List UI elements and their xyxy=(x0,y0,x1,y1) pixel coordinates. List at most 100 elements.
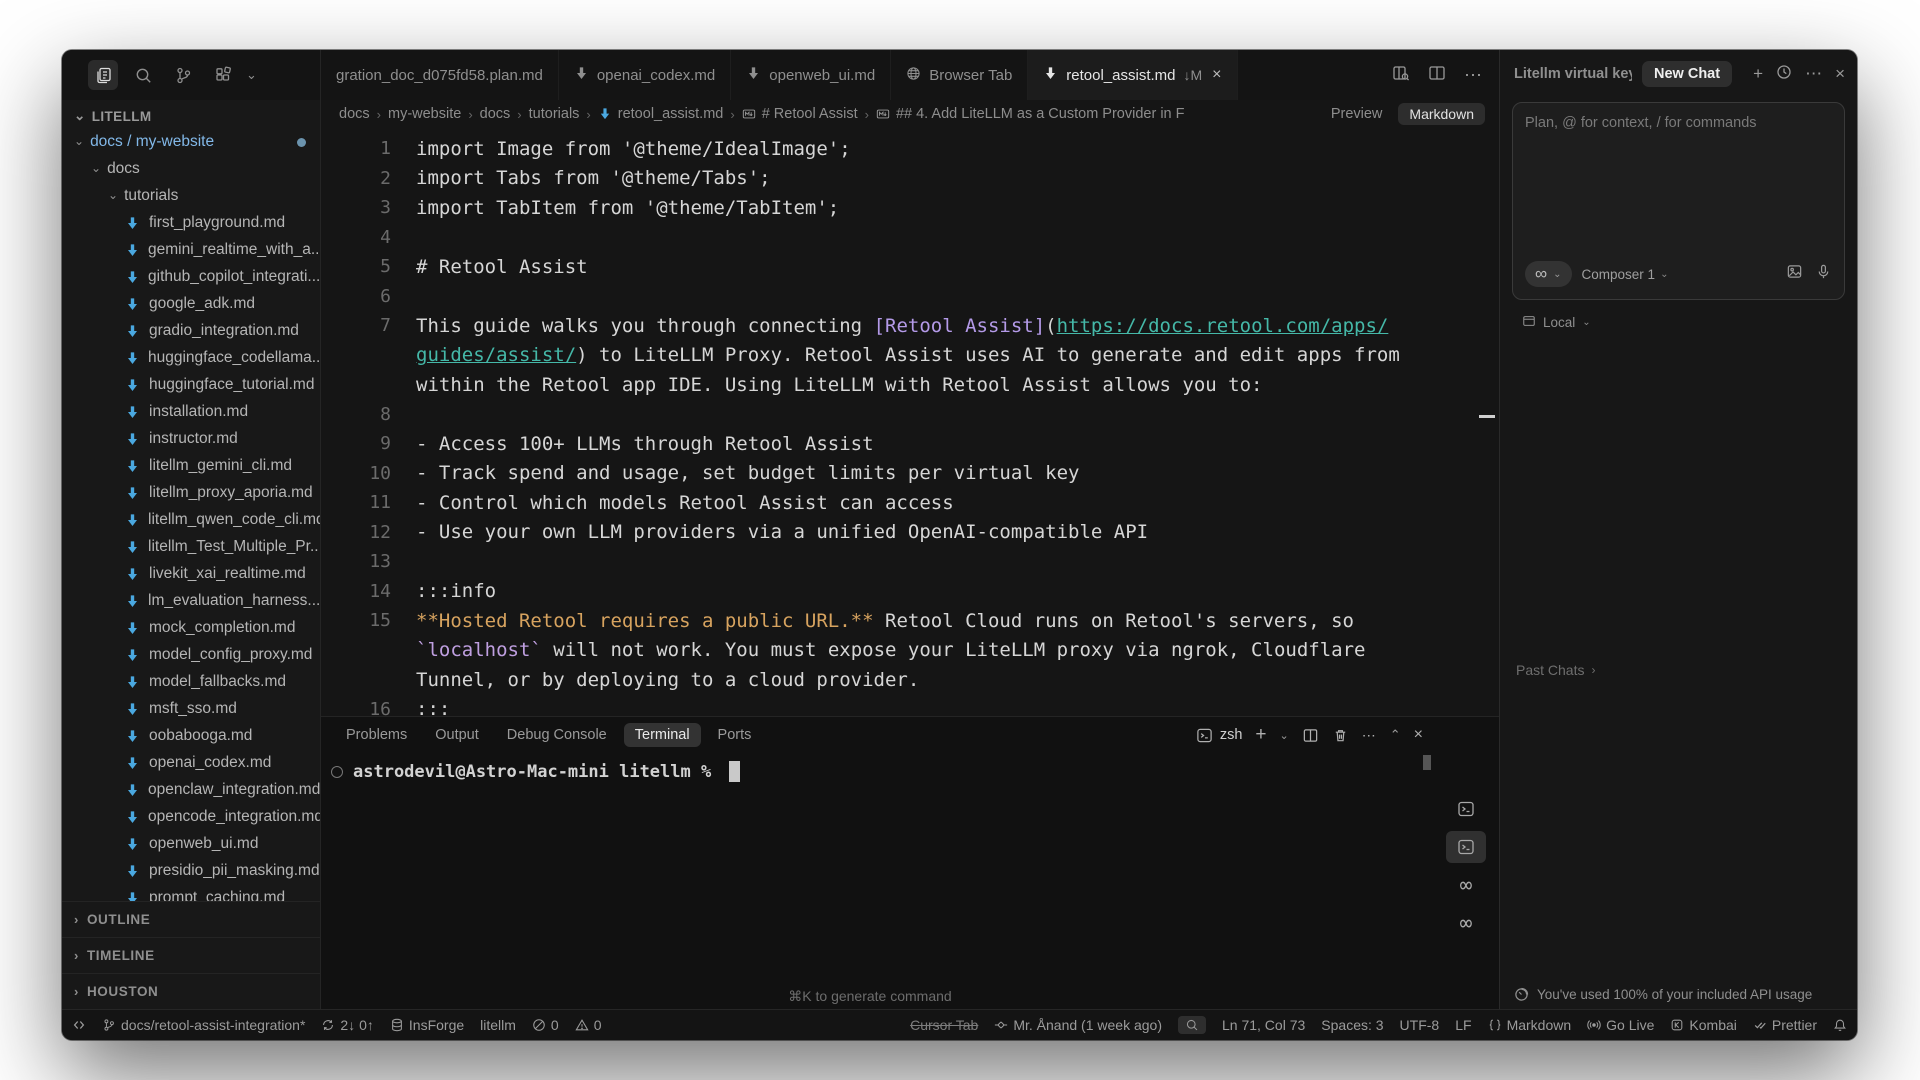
tree-item[interactable]: prompt_caching.md xyxy=(62,885,320,901)
terminal-scrollbar[interactable] xyxy=(1423,755,1431,770)
tree-item[interactable]: google_adk.md xyxy=(62,291,320,318)
tree-item[interactable]: model_config_proxy.md xyxy=(62,642,320,669)
status-item[interactable] xyxy=(1833,1018,1847,1032)
composer-selector[interactable]: Composer 1 ⌄ xyxy=(1582,267,1669,282)
tree-item[interactable]: litellm_Test_Multiple_Pr... xyxy=(62,534,320,561)
tree-item[interactable]: model_fallbacks.md xyxy=(62,669,320,696)
new-terminal-icon[interactable]: + xyxy=(1255,724,1266,746)
tree-item[interactable]: presidio_pii_masking.md xyxy=(62,858,320,885)
tree-item[interactable]: msft_sso.md xyxy=(62,696,320,723)
tree-item[interactable]: instructor.md xyxy=(62,426,320,453)
status-item-kombai[interactable]: Kombai xyxy=(1670,1017,1736,1033)
past-chats[interactable]: Past Chats › xyxy=(1516,662,1595,678)
tab-gration-doc-d075fd58-plan-md[interactable]: gration_doc_d075fd58.plan.md xyxy=(321,50,559,100)
history-icon[interactable] xyxy=(1776,64,1792,85)
sidebar-section-houston[interactable]: ›HOUSTON xyxy=(62,973,320,1009)
local-selector[interactable]: Local ⌄ xyxy=(1522,314,1857,331)
tree-item[interactable]: gemini_realtime_with_a... xyxy=(62,237,320,264)
tree-item[interactable]: ⌄docs xyxy=(62,156,320,183)
model-mode-pill[interactable]: ∞ ⌄ xyxy=(1525,261,1572,287)
tree-item[interactable]: openweb_ui.md xyxy=(62,831,320,858)
explorer-root[interactable]: ⌄ LITELLM xyxy=(62,104,320,129)
chat-tab-inactive[interactable]: Litellm virtual key xyxy=(1514,66,1632,82)
activity-branch-button[interactable] xyxy=(168,60,198,90)
tree-item[interactable]: huggingface_codellama... xyxy=(62,345,320,372)
tree-item[interactable]: lm_evaluation_harness... xyxy=(62,588,320,615)
split-terminal-icon[interactable] xyxy=(1302,727,1319,744)
status-item-cursor-tab[interactable]: Cursor Tab xyxy=(910,1017,978,1033)
close-panel-icon[interactable]: × xyxy=(1414,726,1423,744)
status-item-0[interactable]: 0 xyxy=(532,1017,559,1033)
tree-item[interactable]: litellm_proxy_aporia.md xyxy=(62,480,320,507)
breadcrumb-item[interactable]: retool_assist.md xyxy=(598,106,724,122)
status-item-lf[interactable]: LF xyxy=(1455,1017,1471,1033)
tree-item[interactable]: litellm_gemini_cli.md xyxy=(62,453,320,480)
status-item-insforge[interactable]: InsForge xyxy=(390,1017,464,1033)
preview-button[interactable]: Preview xyxy=(1331,106,1383,122)
terminal-session-infinity[interactable]: ∞ xyxy=(1446,907,1486,939)
status-item-2-0-[interactable]: 2↓ 0↑ xyxy=(321,1017,373,1033)
kill-terminal-icon[interactable] xyxy=(1332,727,1349,744)
status-item-litellm[interactable]: litellm xyxy=(480,1017,516,1033)
status-item-prettier[interactable]: Prettier xyxy=(1753,1017,1817,1033)
terminal-session-term[interactable] xyxy=(1446,793,1486,825)
tree-item[interactable]: installation.md xyxy=(62,399,320,426)
status-item[interactable] xyxy=(72,1018,86,1032)
status-item-go-live[interactable]: Go Live xyxy=(1587,1017,1654,1033)
tab-openweb-ui-md[interactable]: openweb_ui.md xyxy=(731,50,891,100)
terminal-tab-output[interactable]: Output xyxy=(424,723,490,747)
maximize-panel-icon[interactable]: ⌃ xyxy=(1390,727,1401,743)
mic-icon[interactable] xyxy=(1815,263,1832,285)
breadcrumb-item[interactable]: ## 4. Add LiteLLM as a Custom Provider i… xyxy=(876,106,1185,122)
sidebar-section-timeline[interactable]: ›TIMELINE xyxy=(62,937,320,973)
open-preview-icon[interactable] xyxy=(1392,64,1410,87)
code-editor[interactable]: 1import Image from '@theme/IdealImage';2… xyxy=(321,128,1499,716)
status-item[interactable] xyxy=(1178,1016,1206,1034)
tree-item[interactable]: huggingface_tutorial.md xyxy=(62,372,320,399)
terminal-dropdown-icon[interactable]: ⌄ xyxy=(1280,729,1289,742)
activity-extensions-button[interactable] xyxy=(208,60,238,90)
status-item-0[interactable]: 0 xyxy=(575,1017,602,1033)
status-item-spaces-3[interactable]: Spaces: 3 xyxy=(1321,1017,1383,1033)
more-actions-icon[interactable]: ⋯ xyxy=(1464,65,1483,86)
terminal-body[interactable]: astrodevil@Astro-Mac-mini litellm % ⌘K t… xyxy=(321,753,1499,1009)
activity-more-icon[interactable]: ⌄ xyxy=(246,67,257,83)
image-icon[interactable] xyxy=(1786,263,1803,285)
tab-retool-assist-md[interactable]: retool_assist.md↓M× xyxy=(1028,50,1237,100)
tree-item[interactable]: ⌄tutorials xyxy=(62,183,320,210)
breadcrumb-item[interactable]: docs xyxy=(339,106,370,122)
activity-files-button[interactable] xyxy=(88,60,118,90)
status-item-utf-8[interactable]: UTF-8 xyxy=(1400,1017,1440,1033)
tree-item[interactable]: mock_completion.md xyxy=(62,615,320,642)
split-editor-icon[interactable] xyxy=(1428,64,1446,87)
tree-item[interactable]: oobabooga.md xyxy=(62,723,320,750)
terminal-tab-debug-console[interactable]: Debug Console xyxy=(496,723,618,747)
status-item-ln-71-col-73[interactable]: Ln 71, Col 73 xyxy=(1222,1017,1305,1033)
terminal-tab-problems[interactable]: Problems xyxy=(335,723,418,747)
tab-browser-tab[interactable]: Browser Tab xyxy=(891,50,1028,100)
chat-input[interactable]: Plan, @ for context, / for commands xyxy=(1525,115,1832,131)
chat-tab-new-chat[interactable]: New Chat xyxy=(1642,61,1732,87)
status-item-mr-nand-1-week-ago-[interactable]: Mr. Ånand (1 week ago) xyxy=(994,1017,1162,1033)
tree-item[interactable]: ⌄docs / my-website xyxy=(62,129,320,156)
status-item-docs-retool-assist-integration-[interactable]: docs/retool-assist-integration* xyxy=(102,1017,305,1033)
terminal-tab-terminal[interactable]: Terminal xyxy=(624,723,701,747)
breadcrumb-item[interactable]: # Retool Assist xyxy=(742,106,858,122)
close-icon[interactable]: × xyxy=(1212,66,1221,84)
tree-item[interactable]: github_copilot_integrati... xyxy=(62,264,320,291)
terminal-tab-ports[interactable]: Ports xyxy=(707,723,763,747)
tree-item[interactable]: openclaw_integration.md xyxy=(62,777,320,804)
tree-item[interactable]: opencode_integration.md xyxy=(62,804,320,831)
new-chat-plus-icon[interactable]: + xyxy=(1753,64,1763,84)
status-item-markdown[interactable]: Markdown xyxy=(1488,1017,1572,1033)
terminal-session-term[interactable] xyxy=(1446,831,1486,863)
terminal-more-icon[interactable]: ⋯ xyxy=(1362,727,1377,744)
breadcrumb-item[interactable]: tutorials xyxy=(529,106,580,122)
tree-item[interactable]: openai_codex.md xyxy=(62,750,320,777)
activity-search-button[interactable] xyxy=(128,60,158,90)
breadcrumb-item[interactable]: my-website xyxy=(388,106,461,122)
chat-close-icon[interactable]: × xyxy=(1835,64,1845,84)
tree-item[interactable]: litellm_qwen_code_cli.md xyxy=(62,507,320,534)
tab-openai-codex-md[interactable]: openai_codex.md xyxy=(559,50,731,100)
tree-item[interactable]: livekit_xai_realtime.md xyxy=(62,561,320,588)
